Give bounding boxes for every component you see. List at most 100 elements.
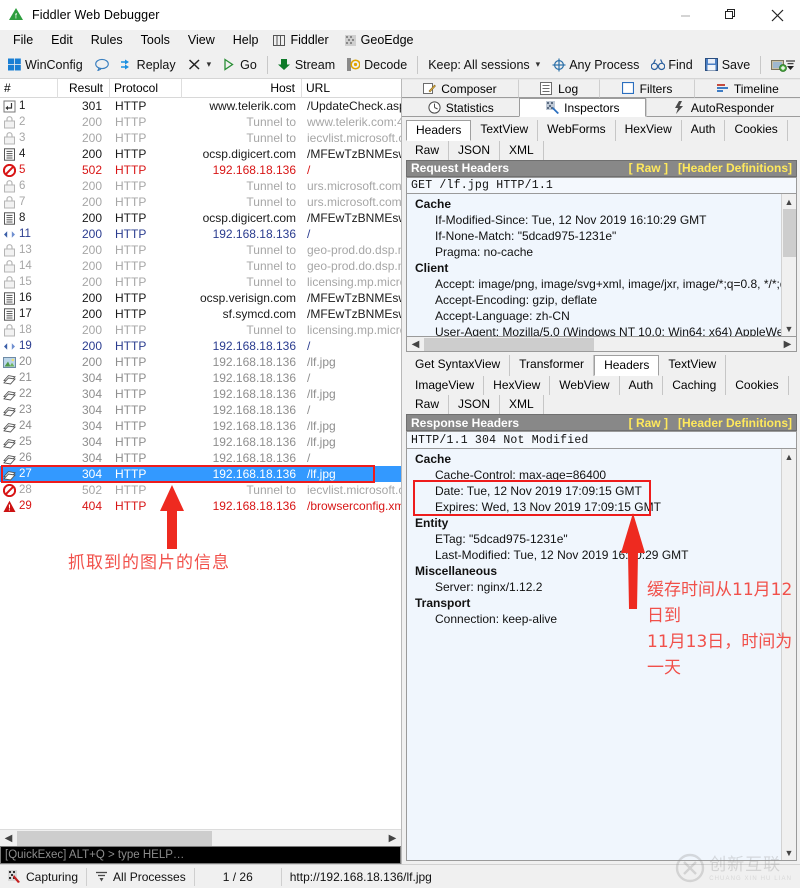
table-row[interactable]: 15 200 HTTP Tunnel to licensing.mp.microsoft… [0, 274, 401, 290]
tab-textview[interactable]: TextView [471, 120, 539, 141]
comment-button[interactable] [89, 56, 114, 73]
response-headers-list[interactable]: Cache Cache-Control: max-age=86400 Date: T… [406, 449, 797, 861]
tab-webforms[interactable]: WebForms [538, 120, 616, 141]
header-item[interactable]: ETag: "5dcad975-1231e" [407, 531, 796, 547]
chevron-down-icon[interactable]: ▾ [536, 59, 541, 70]
tab-json[interactable]: JSON [449, 395, 501, 414]
table-row[interactable]: 6 200 HTTP Tunnel to urs.microsoft.com:443 [0, 178, 401, 194]
vscroll-thumb[interactable] [782, 209, 796, 258]
table-row[interactable]: 11 200 HTTP 192.168.18.136 / [0, 226, 401, 242]
table-row[interactable]: 14 200 HTTP Tunnel to geo-prod.do.dsp.mp.mic… [0, 258, 401, 274]
table-row[interactable]: 27 304 HTTP 192.168.18.136/lf.jpg [0, 466, 401, 482]
tab-hexview[interactable]: HexView [484, 376, 551, 395]
decode-button[interactable]: Decode [341, 56, 413, 74]
scroll-right-icon[interactable]: ▶ [384, 831, 401, 846]
hscroll-track[interactable] [17, 830, 384, 846]
tab-hexview[interactable]: HexView [615, 120, 682, 141]
header-item[interactable]: If-None-Match: "5dcad975-1231e" [407, 228, 796, 244]
header-item[interactable]: If-Modified-Since: Tue, 12 Nov 2019 16:1… [407, 212, 796, 228]
header-item[interactable]: Accept-Encoding: gzip, deflate [407, 292, 796, 308]
maximize-icon[interactable] [708, 0, 754, 30]
table-row[interactable]: 21 304 HTTP 192.168.18.136 / [0, 370, 401, 386]
tab-json[interactable]: JSON [449, 141, 501, 160]
header-item[interactable]: Accept: image/png, image/svg+xml, image/… [407, 276, 796, 292]
winconfig-button[interactable]: WinConfig [2, 56, 89, 74]
tab-raw[interactable]: Raw [406, 141, 450, 160]
request-header-definitions-link[interactable]: [Header Definitions] [678, 161, 792, 175]
tab-xml[interactable]: XML [500, 395, 544, 414]
tab-log[interactable]: Log [517, 79, 600, 98]
menu-view[interactable]: View [179, 31, 224, 50]
tab-composer[interactable]: Composer [402, 79, 518, 98]
table-row[interactable]: 19 200 HTTP 192.168.18.136 / [0, 338, 401, 354]
table-row[interactable]: 3 200 HTTP Tunnel to iecvlist.microsoft.com:… [0, 130, 401, 146]
remove-button[interactable]: ▾ [182, 56, 218, 73]
table-row[interactable]: 24 304 HTTP 192.168.18.136/lf.jpg [0, 418, 401, 434]
tab-auth[interactable]: Auth [619, 376, 664, 395]
column-header-host[interactable]: Host [182, 78, 302, 98]
header-item[interactable]: Date: Tue, 12 Nov 2019 17:09:15 GMT [407, 483, 796, 499]
table-row[interactable]: 4 200 HTTP ocsp.digicert.com/MFEwTzBNMEswST… [0, 146, 401, 162]
menu-help[interactable]: Help [224, 31, 268, 50]
column-header-url[interactable]: URL [302, 79, 401, 98]
keep-sessions-dropdown[interactable]: Keep: All sessions ▾ [422, 56, 546, 74]
table-row[interactable]: 16 200 HTTP ocsp.verisign.com/MFEwTzBNMEswS… [0, 290, 401, 306]
table-row[interactable]: 26 304 HTTP 192.168.18.136 / [0, 450, 401, 466]
response-raw-link[interactable]: [ Raw ] [629, 416, 668, 430]
toolbar-overflow-button[interactable] [783, 55, 797, 75]
close-icon[interactable] [754, 0, 800, 30]
request-horizontal-scrollbar[interactable]: ◀ ▶ [406, 337, 797, 353]
status-capturing[interactable]: Capturing [0, 865, 86, 888]
menu-rules[interactable]: Rules [82, 31, 132, 50]
table-row[interactable]: 20 200 HTTP 192.168.18.136/lf.jpg [0, 354, 401, 370]
hscroll-thumb[interactable] [424, 337, 594, 351]
replay-button[interactable]: Replay [114, 56, 182, 74]
menu-tools[interactable]: Tools [132, 31, 179, 50]
tab-headers[interactable]: Headers [406, 120, 472, 141]
tab-imageview[interactable]: ImageView [406, 376, 485, 395]
table-row[interactable]: 17 200 HTTP sf.symcd.com/MFEwTzBNMEswSTAJBg… [0, 306, 401, 322]
tab-autoresponder[interactable]: AutoResponder [646, 98, 800, 117]
header-item[interactable]: Accept-Language: zh-CN [407, 308, 796, 324]
scroll-up-icon[interactable]: ▲ [782, 449, 797, 464]
tab-caching[interactable]: Caching [663, 376, 727, 395]
header-item[interactable]: Last-Modified: Tue, 12 Nov 2019 16:10:29… [407, 547, 796, 563]
request-headers-list[interactable]: Cache If-Modified-Since: Tue, 12 Nov 2019… [406, 194, 797, 338]
scroll-left-icon[interactable]: ◀ [407, 337, 424, 352]
table-row[interactable]: 18 200 HTTP Tunnel to licensing.mp.microsoft… [0, 322, 401, 338]
table-row[interactable]: 22 304 HTTP 192.168.18.136/lf.jpg [0, 386, 401, 402]
header-item[interactable]: Cache-Control: max-age=86400 [407, 467, 796, 483]
chevron-down-icon[interactable]: ▾ [207, 59, 212, 70]
scroll-down-icon[interactable]: ▼ [782, 321, 797, 336]
scroll-left-icon[interactable]: ◀ [0, 831, 17, 846]
menu-edit[interactable]: Edit [42, 31, 82, 50]
tab-statistics[interactable]: Statistics [402, 98, 520, 117]
table-row[interactable]: ! 29 404 HTTP 192.168.18.136/browserconfig.x… [0, 498, 401, 514]
stream-button[interactable]: Stream [272, 56, 341, 74]
tab-transformer[interactable]: Transformer [510, 355, 595, 376]
find-button[interactable]: Find [645, 56, 698, 74]
table-row[interactable]: 7 200 HTTP Tunnel to urs.microsoft.com:443 [0, 194, 401, 210]
response-header-definitions-link[interactable]: [Header Definitions] [678, 416, 792, 430]
tab-inspectors[interactable]: Inspectors [519, 98, 647, 117]
request-raw-link[interactable]: [ Raw ] [629, 161, 668, 175]
tab-cookies[interactable]: Cookies [725, 120, 788, 141]
column-header-protocol[interactable]: Protocol [110, 78, 182, 98]
tab-auth[interactable]: Auth [681, 120, 726, 141]
column-header-result[interactable]: Result [58, 78, 110, 98]
go-button[interactable]: Go [217, 56, 263, 74]
tab-textview[interactable]: TextView [659, 355, 727, 376]
table-row[interactable]: 8 200 HTTP ocsp.digicert.com/MFEwTzBNMEswST… [0, 210, 401, 226]
column-header-num[interactable]: # [0, 78, 58, 98]
request-vertical-scrollbar[interactable]: ▲ ▼ [781, 194, 797, 337]
table-row[interactable]: 25 304 HTTP 192.168.18.136/lf.jpg [0, 434, 401, 450]
tab-get-syntaxview[interactable]: Get SyntaxView [406, 355, 511, 376]
tab-filters[interactable]: Filters [599, 79, 694, 98]
header-item[interactable]: Pragma: no-cache [407, 244, 796, 260]
menu-geoedge[interactable]: GeoEdge [338, 31, 423, 50]
table-row[interactable]: 1 301 HTTP www.telerik.com/UpdateCheck.aspx… [0, 98, 401, 114]
sessions-grid-body[interactable]: 1 301 HTTP www.telerik.com/UpdateCheck.aspx… [0, 98, 401, 829]
table-row[interactable]: 5 502 HTTP 192.168.18.136 / [0, 162, 401, 178]
table-row[interactable]: 28502HTTPTunnel toiecvlist.microsoft.com… [0, 482, 401, 498]
table-row[interactable]: 13 200 HTTP Tunnel to geo-prod.do.dsp.mp.mic… [0, 242, 401, 258]
